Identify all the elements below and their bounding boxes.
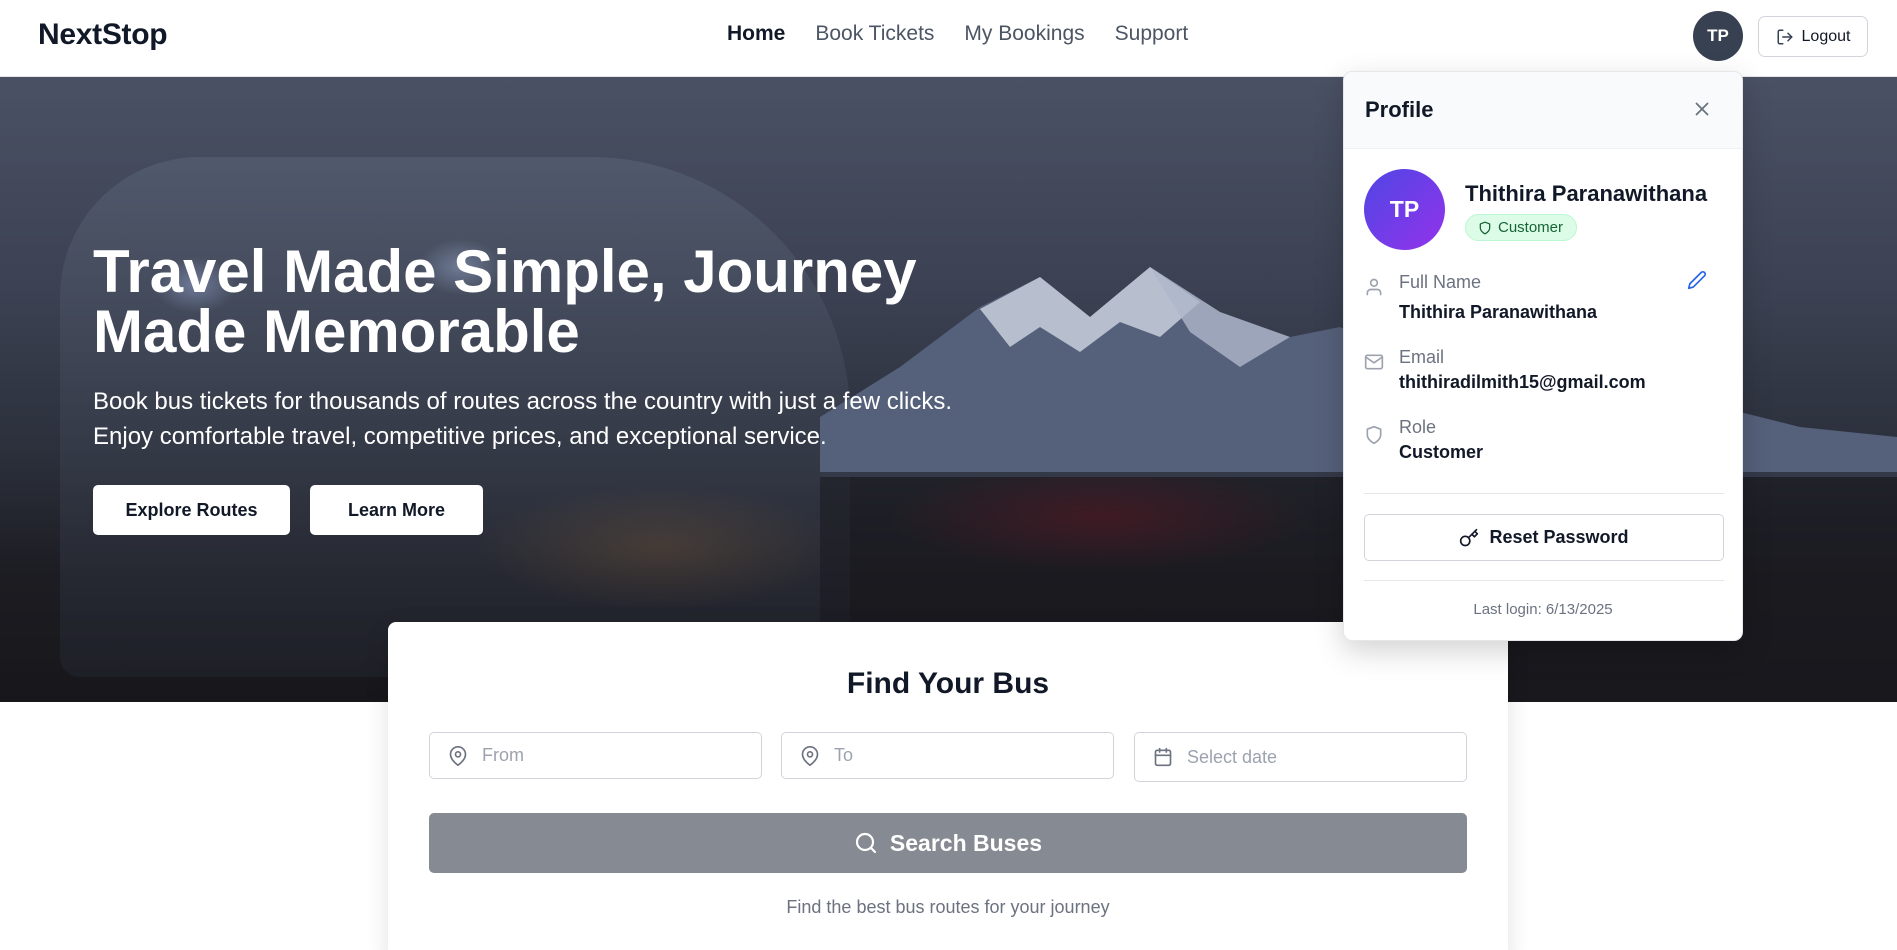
- user-icon: [1366, 278, 1382, 296]
- search-buses-label: Search Buses: [889, 829, 1043, 856]
- mail-icon: [1364, 354, 1384, 370]
- top-navbar: NextStop Home Book Tickets My Bookings S…: [0, 0, 1897, 77]
- reset-password-label: Reset Password: [1489, 527, 1629, 547]
- nav-link-my-bookings[interactable]: My Bookings: [964, 22, 1084, 46]
- profile-dropdown-panel: Profile TP Thithira Paranawithana Custom…: [1343, 71, 1743, 641]
- close-icon[interactable]: [1690, 97, 1714, 121]
- main-nav: Home Book Tickets My Bookings Support: [727, 22, 1188, 46]
- hero-title: Travel Made Simple, Journey Made Memorab…: [93, 238, 917, 365]
- profile-divider: [1364, 493, 1724, 494]
- profile-panel-title: Profile: [1365, 97, 1434, 122]
- find-bus-card: Find Your Bus From To Select date Search…: [388, 622, 1508, 950]
- date-placeholder: Select date: [1187, 746, 1278, 767]
- email-row: Email thithiradilmith15@gmail.com: [1364, 347, 1724, 397]
- map-pin-icon: [801, 745, 819, 766]
- map-pin-icon: [449, 745, 467, 766]
- user-avatar-button[interactable]: TP: [1693, 11, 1743, 61]
- nav-link-book-tickets[interactable]: Book Tickets: [815, 22, 934, 46]
- shield-icon: [1479, 221, 1491, 234]
- logout-label: Logout: [1801, 27, 1851, 45]
- role-row: Role Customer: [1364, 417, 1724, 467]
- email-value: thithiradilmith15@gmail.com: [1399, 372, 1646, 392]
- to-placeholder: To: [834, 745, 854, 765]
- search-hint-text: Find the best bus routes for your journe…: [786, 897, 1110, 917]
- from-input[interactable]: From: [429, 732, 762, 779]
- profile-panel-header: Profile: [1344, 72, 1742, 149]
- to-input[interactable]: To: [781, 732, 1114, 779]
- search-buses-button[interactable]: Search Buses: [429, 813, 1467, 873]
- find-bus-title: Find Your Bus: [846, 667, 1050, 700]
- profile-avatar: TP: [1364, 169, 1445, 250]
- nav-link-support[interactable]: Support: [1115, 22, 1189, 46]
- shield-icon: [1366, 425, 1382, 445]
- role-badge: Customer: [1465, 214, 1578, 241]
- logout-icon: [1777, 29, 1793, 44]
- logout-button[interactable]: Logout: [1758, 16, 1868, 57]
- reset-password-button[interactable]: Reset Password: [1364, 514, 1724, 561]
- last-login-text: Last login: 6/13/2025: [1473, 601, 1613, 618]
- from-placeholder: From: [482, 745, 524, 765]
- calendar-icon: [1154, 747, 1172, 767]
- profile-name: Thithira Paranawithana: [1465, 181, 1708, 206]
- full-name-row: Full Name Thithira Paranawithana: [1364, 272, 1724, 322]
- explore-routes-button[interactable]: Explore Routes: [93, 485, 290, 535]
- role-value: Customer: [1399, 442, 1484, 462]
- full-name-label: Full Name: [1399, 272, 1482, 292]
- pencil-icon[interactable]: [1687, 270, 1707, 290]
- key-icon: [1460, 528, 1479, 546]
- full-name-value: Thithira Paranawithana: [1399, 302, 1598, 322]
- hero-subtitle: Book bus tickets for thousands of routes…: [93, 388, 953, 450]
- role-label: Role: [1399, 417, 1437, 437]
- email-label: Email: [1399, 347, 1445, 367]
- date-picker-input[interactable]: Select date: [1134, 732, 1467, 782]
- brand-logo[interactable]: NextStop: [38, 18, 168, 52]
- nav-link-home[interactable]: Home: [727, 22, 785, 46]
- role-badge-label: Customer: [1498, 219, 1564, 236]
- learn-more-button[interactable]: Learn More: [310, 485, 483, 535]
- profile-divider: [1364, 580, 1724, 581]
- search-icon: [855, 832, 877, 854]
